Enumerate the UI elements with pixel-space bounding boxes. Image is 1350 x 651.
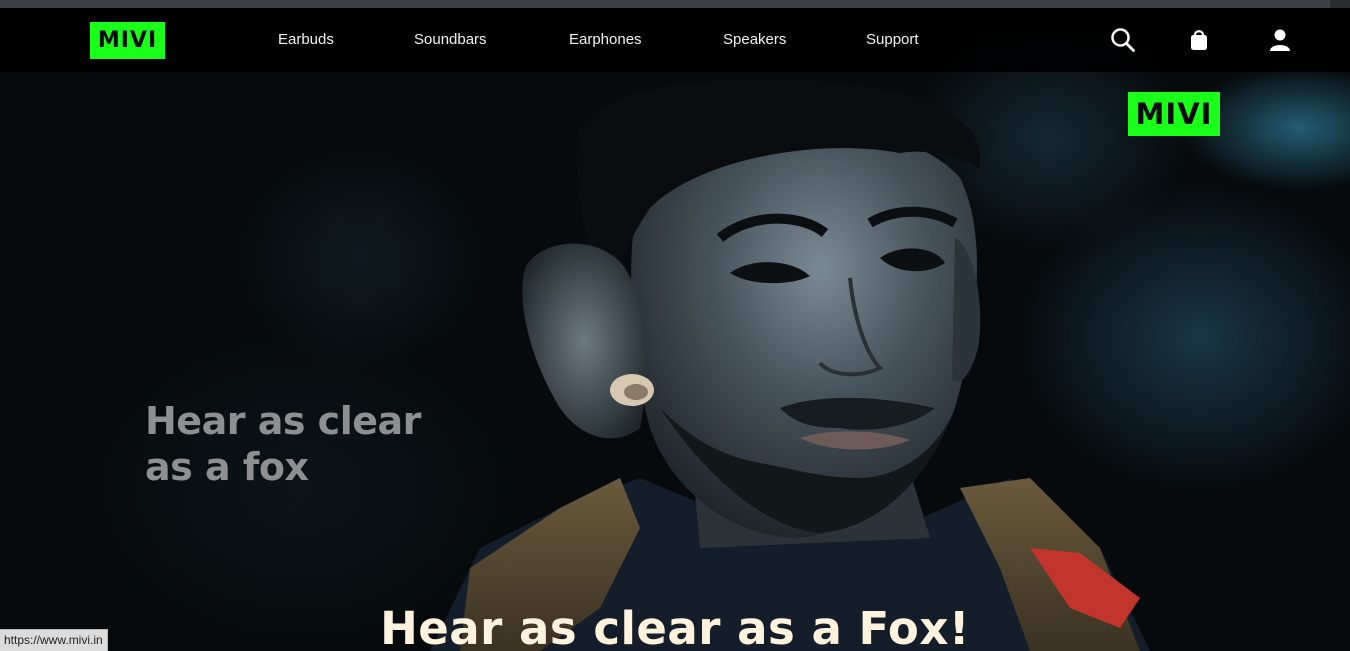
browser-tab-edge [1330, 0, 1350, 8]
status-bar-url: https://www.mivi.in [0, 629, 108, 651]
nav-link-soundbars[interactable]: Soundbars [414, 30, 487, 50]
search-icon[interactable] [1109, 26, 1137, 54]
caption-line-2: as a fox [145, 445, 309, 489]
nav-link-earphones[interactable]: Earphones [569, 30, 642, 50]
user-icon[interactable] [1266, 26, 1294, 54]
nav-link-speakers[interactable]: Speakers [723, 30, 786, 50]
nav-link-support[interactable]: Support [866, 30, 919, 50]
video-overlay-caption: Hear as clear as a fox [145, 398, 421, 490]
caption-line-1: Hear as clear [145, 399, 421, 443]
mivi-logo[interactable]: MIVI [90, 22, 165, 59]
shopping-bag-icon[interactable] [1185, 26, 1213, 54]
top-navbar: MIVI Earbuds Soundbars Earphones Speaker… [0, 8, 1350, 72]
watermark-logo-text: MIVI [1135, 97, 1213, 131]
video-brand-watermark: MIVI [1128, 92, 1220, 136]
nav-link-earbuds[interactable]: Earbuds [278, 30, 334, 50]
video-subtitle: Hear as clear as a Fox! [380, 602, 970, 651]
browser-top-strip [0, 0, 1350, 8]
logo-text: MIVI [97, 28, 158, 53]
page: MIVI Hear as clear as a fox Hear as clea… [0, 0, 1350, 651]
hero-video[interactable]: MIVI Hear as clear as a fox Hear as clea… [0, 8, 1350, 651]
